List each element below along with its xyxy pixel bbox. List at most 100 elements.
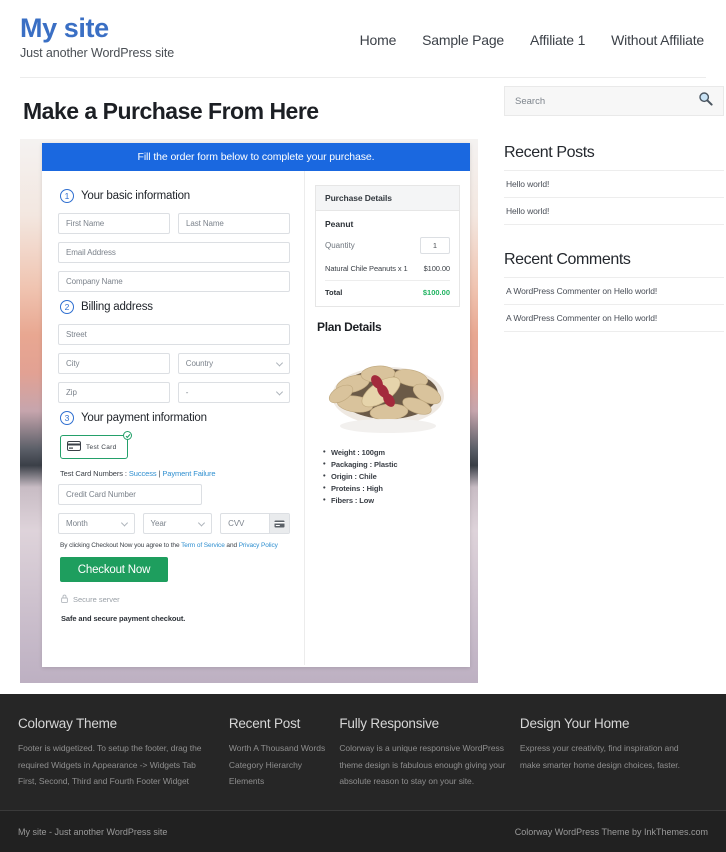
- privacy-policy-link[interactable]: Privacy Policy: [239, 542, 278, 549]
- footer-theme-credit[interactable]: Colorway WordPress Theme by InkThemes.co…: [515, 827, 708, 837]
- widget-recent-comments: Recent Comments A WordPress Commenter on…: [504, 251, 724, 332]
- footer-widget-text: Express your creativity, find inspiratio…: [520, 740, 694, 773]
- checkout-background: Fill the order form below to complete yo…: [20, 139, 478, 683]
- primary-navigation: Home Sample Page Affiliate 1 Without Aff…: [360, 8, 706, 48]
- expiry-year-value: Year: [151, 519, 167, 528]
- list-item[interactable]: Hello world!: [504, 198, 724, 225]
- test-success-link[interactable]: Success: [129, 469, 157, 478]
- email-input[interactable]: Email Address: [58, 242, 290, 263]
- footer-site-credit: My site - Just another WordPress site: [18, 827, 167, 837]
- secure-server-label: Secure server: [73, 595, 120, 604]
- total-value: $100.00: [423, 288, 450, 297]
- checkout-now-button[interactable]: Checkout Now: [60, 557, 168, 582]
- total-label: Total: [325, 288, 342, 297]
- widget-title: Recent Posts: [504, 144, 724, 162]
- search-input[interactable]: Search: [515, 96, 698, 107]
- cvv-field-wrap: CVV: [220, 513, 290, 534]
- form-banner: Fill the order form below to complete yo…: [42, 143, 470, 171]
- step-2-header: 2 Billing address: [60, 300, 290, 314]
- quantity-input[interactable]: 1: [420, 237, 450, 254]
- terms-prefix: By clicking Checkout Now you agree to th…: [60, 542, 181, 549]
- list-item[interactable]: A WordPress Commenter on Hello world!: [504, 278, 724, 305]
- state-select[interactable]: -: [178, 382, 290, 403]
- expiry-year-select[interactable]: Year: [143, 513, 213, 534]
- nav-item-sample-page[interactable]: Sample Page: [422, 32, 504, 48]
- footer-widget-title: Colorway Theme: [18, 716, 215, 731]
- company-input[interactable]: Company Name: [58, 271, 290, 292]
- terms-of-service-link[interactable]: Term of Service: [181, 542, 225, 549]
- footer-widget-text: Footer is widgetized. To setup the foote…: [18, 740, 215, 790]
- test-card-numbers-prefix: Test Card Numbers :: [60, 469, 129, 478]
- lock-icon: [61, 590, 68, 608]
- page-layout: Make a Purchase From Here Fill the order…: [0, 78, 726, 678]
- test-card-option[interactable]: Test Card: [60, 435, 128, 459]
- checkout-form-card: Fill the order form below to complete yo…: [42, 143, 470, 667]
- chevron-down-icon: [276, 388, 283, 395]
- list-item[interactable]: Category Hierarchy: [229, 757, 326, 774]
- last-name-input[interactable]: Last Name: [178, 213, 290, 234]
- site-tagline: Just another WordPress site: [20, 46, 174, 60]
- zip-input[interactable]: Zip: [58, 382, 170, 403]
- plan-spec-item: Fibers : Low: [323, 496, 460, 505]
- nav-item-home[interactable]: Home: [360, 32, 397, 48]
- site-header: My site Just another WordPress site Home…: [0, 0, 726, 77]
- check-icon: [123, 431, 132, 440]
- nav-item-affiliate-1[interactable]: Affiliate 1: [530, 32, 585, 48]
- street-input[interactable]: Street: [58, 324, 290, 345]
- purchase-details-body: Peanut Quantity 1 Natural Chile Peanuts …: [316, 211, 459, 306]
- step-1-number: 1: [60, 189, 74, 203]
- footer-widgets: Colorway Theme Footer is widgetized. To …: [0, 694, 726, 810]
- step-3-number: 3: [60, 411, 74, 425]
- peanuts-in-white-bowl-image: [315, 342, 461, 438]
- line-item-price: $100.00: [424, 264, 450, 273]
- quantity-row: Quantity 1: [325, 237, 450, 254]
- expiry-month-value: Month: [66, 519, 88, 528]
- list-item[interactable]: Elements: [229, 773, 326, 790]
- page-title: Make a Purchase From Here: [23, 98, 482, 125]
- list-item[interactable]: Worth A Thousand Words: [229, 740, 326, 757]
- recent-comments-list: A WordPress Commenter on Hello world! A …: [504, 277, 724, 332]
- chevron-down-icon: [198, 519, 205, 526]
- line-item-label: Natural Chile Peanuts x 1: [325, 264, 408, 273]
- form-right-column: Purchase Details Peanut Quantity 1 Natur…: [304, 171, 470, 665]
- expiry-month-select[interactable]: Month: [58, 513, 135, 534]
- nav-item-without-affiliate[interactable]: Without Affiliate: [611, 32, 704, 48]
- line-item-row: Natural Chile Peanuts x 1 $100.00: [325, 264, 450, 281]
- footer-widget-design-your-home: Design Your Home Express your creativity…: [520, 716, 708, 790]
- city-input[interactable]: City: [58, 353, 170, 374]
- test-card-numbers-line: Test Card Numbers : Success | Payment Fa…: [60, 469, 290, 478]
- form-body: 1 Your basic information First Name Last…: [42, 171, 470, 665]
- footer-bottom-bar: My site - Just another WordPress site Co…: [0, 810, 726, 852]
- footer-widget-title: Design Your Home: [520, 716, 694, 731]
- credit-card-icon: [67, 438, 81, 456]
- secure-server-row: Secure server: [61, 590, 290, 608]
- zip-state-row: Zip -: [58, 382, 290, 403]
- purchase-details-heading: Purchase Details: [316, 186, 459, 211]
- list-item[interactable]: A WordPress Commenter on Hello world!: [504, 305, 724, 332]
- card-back-icon: [269, 514, 289, 533]
- card-number-input[interactable]: Credit Card Number: [58, 484, 202, 505]
- search-icon[interactable]: [698, 91, 713, 111]
- site-title[interactable]: My site: [20, 14, 174, 42]
- name-field-row: First Name Last Name: [58, 213, 290, 234]
- product-name: Peanut: [325, 219, 450, 229]
- widget-recent-posts: Recent Posts Hello world! Hello world!: [504, 144, 724, 225]
- footer-recent-post-list: Worth A Thousand Words Category Hierarch…: [229, 740, 326, 790]
- plan-details-heading: Plan Details: [317, 320, 460, 334]
- terms-conjunction: and: [225, 542, 239, 549]
- country-select[interactable]: Country: [178, 353, 290, 374]
- footer-widget-fully-responsive: Fully Responsive Colorway is a unique re…: [339, 716, 520, 790]
- step-3-header: 3 Your payment information: [60, 411, 290, 425]
- form-left-column: 1 Your basic information First Name Last…: [42, 171, 304, 665]
- chevron-down-icon: [121, 519, 128, 526]
- first-name-input[interactable]: First Name: [58, 213, 170, 234]
- test-failure-link[interactable]: Payment Failure: [162, 469, 215, 478]
- footer-widget-text: Colorway is a unique responsive WordPres…: [339, 740, 506, 790]
- test-card-label: Test Card: [86, 444, 117, 451]
- site-branding[interactable]: My site Just another WordPress site: [20, 8, 174, 60]
- list-item[interactable]: Hello world!: [504, 171, 724, 198]
- step-2-label: Billing address: [81, 301, 153, 313]
- step-3-label: Your payment information: [81, 412, 207, 424]
- search-widget[interactable]: Search: [504, 86, 724, 116]
- quantity-label: Quantity: [325, 241, 355, 250]
